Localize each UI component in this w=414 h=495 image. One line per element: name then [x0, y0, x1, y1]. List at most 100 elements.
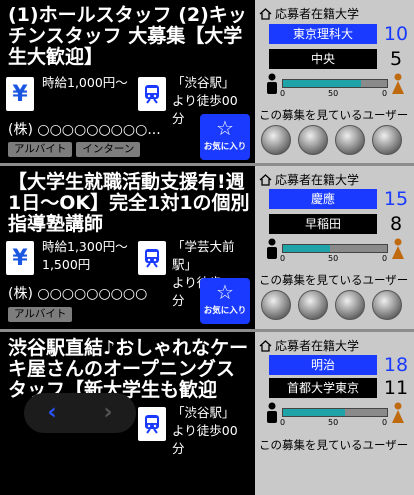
job-title[interactable]: (1)ホールスタッフ (2)キッチンスタッフ 大募集【大学生大歓迎】: [8, 5, 252, 68]
station-name: 「渋谷駅」: [172, 75, 235, 90]
pager-control: ‹ ›: [24, 393, 136, 433]
gender-gauge: 0 50 0: [259, 238, 409, 264]
avatar[interactable]: [261, 125, 291, 155]
tick-label: 0: [382, 89, 388, 98]
gauge-fill: [283, 80, 361, 87]
star-icon: ☆: [216, 116, 234, 140]
job-card-main[interactable]: (1)ホールスタッフ (2)キッチンスタッフ 大募集【大学生大歓迎】 ¥ 時給1…: [0, 0, 255, 163]
gauge-fill: [283, 245, 330, 252]
female-icon: [392, 73, 404, 94]
job-title[interactable]: 【大学生就職活動支援有!週1日〜OK】完全1対1の個別指導塾講師: [8, 172, 252, 235]
tag-list: アルバイト: [8, 307, 73, 322]
enrolled-header: 応募者在籍大学: [259, 337, 359, 354]
yen-icon: ¥: [6, 77, 34, 111]
university-badge: 慶應: [269, 189, 377, 209]
favorite-label: お気に入り: [203, 306, 247, 316]
tag-badge: アルバイト: [8, 142, 73, 157]
avatar[interactable]: [335, 290, 365, 320]
gauge-track: [282, 79, 388, 88]
university-panel: 応募者在籍大学 東京理科大 10 中央 5 0 50 0 この募集を見ているユー…: [255, 0, 414, 163]
train-icon: [138, 241, 166, 275]
university-panel: 応募者在籍大学 慶應 15 早稲田 8 0 50 0 この募集を見ているユーザー: [255, 166, 414, 329]
company-name: (株) ○○○○○○○○○...: [8, 122, 161, 138]
male-icon: [267, 402, 277, 423]
tick-label: 50: [328, 418, 339, 427]
tick-label: 0: [280, 254, 286, 263]
gauge-track: [282, 408, 388, 417]
avatar[interactable]: [372, 125, 402, 155]
gauge-track: [282, 244, 388, 253]
salary-line: 1,500円: [42, 257, 91, 272]
enrolled-header: 応募者在籍大学: [259, 5, 359, 22]
watcher-avatars: [261, 290, 402, 320]
company-name: (株) ○○○○○○○○○: [8, 286, 148, 302]
enrolled-label: 応募者在籍大学: [275, 173, 360, 187]
yen-icon: ¥: [6, 241, 34, 275]
university-badge: 明治: [269, 355, 377, 375]
station-name: 「学芸大前駅」: [172, 239, 235, 272]
favorite-button[interactable]: ☆ お気に入り: [200, 278, 250, 324]
female-icon: [392, 238, 404, 259]
tick-label: 50: [328, 89, 339, 98]
avatar[interactable]: [261, 290, 291, 320]
job-card-main[interactable]: 【大学生就職活動支援有!週1日〜OK】完全1対1の個別指導塾講師 ¥ 時給1,3…: [0, 166, 255, 329]
prev-page-button[interactable]: ‹: [27, 393, 77, 433]
female-icon: [392, 402, 404, 423]
watcher-avatars: [261, 125, 402, 155]
enrolled-header: 応募者在籍大学: [259, 171, 359, 188]
tick-label: 0: [280, 89, 286, 98]
next-page-button[interactable]: ›: [83, 393, 133, 433]
university-badge: 早稲田: [269, 214, 377, 234]
train-icon: [138, 77, 166, 111]
tag-badge: アルバイト: [8, 307, 73, 322]
gauge-fill: [283, 409, 346, 416]
university-count: 10: [383, 23, 409, 45]
watching-label: この募集を見ているユーザー: [259, 108, 409, 122]
station-distance: より徒歩00分: [172, 423, 238, 456]
favorite-button[interactable]: ☆ お気に入り: [200, 114, 250, 160]
avatar[interactable]: [372, 290, 402, 320]
tick-label: 50: [328, 254, 339, 263]
avatar[interactable]: [298, 125, 328, 155]
school-icon: [259, 339, 272, 352]
job-title[interactable]: 渋谷駅直結♪おしゃれなケーキ屋さんのオープニングスタッフ【新大学生も歓迎: [8, 338, 252, 401]
enrolled-label: 応募者在籍大学: [275, 7, 360, 21]
male-icon: [267, 73, 277, 94]
avatar[interactable]: [335, 125, 365, 155]
salary-text: 時給1,000円〜: [42, 75, 128, 90]
watching-label: この募集を見ているユーザー: [259, 438, 409, 452]
station-name: 「渋谷駅」: [172, 405, 235, 420]
tick-label: 0: [382, 254, 388, 263]
university-count: 11: [383, 377, 409, 399]
tag-badge: インターン: [76, 142, 141, 157]
university-badge: 東京理科大: [269, 24, 377, 44]
favorite-label: お気に入り: [203, 142, 247, 152]
university-count: 8: [389, 213, 403, 235]
enrolled-label: 応募者在籍大学: [275, 339, 360, 353]
station-text: 「渋谷駅」 より徒歩00分: [172, 404, 250, 458]
avatar[interactable]: [298, 290, 328, 320]
job-card[interactable]: (1)ホールスタッフ (2)キッチンスタッフ 大募集【大学生大歓迎】 ¥ 時給1…: [0, 0, 414, 163]
university-count: 15: [383, 188, 409, 210]
university-badge: 首都大学東京: [269, 378, 377, 398]
university-count: 5: [389, 48, 403, 70]
gender-gauge: 0 50 0: [259, 402, 409, 428]
tag-list: アルバイト インターン: [8, 142, 141, 157]
job-info-row: ¥ 時給1,000円〜 「渋谷駅」 より徒歩00分: [6, 74, 250, 126]
university-badge: 中央: [269, 49, 377, 69]
school-icon: [259, 7, 272, 20]
train-icon: [138, 407, 166, 441]
university-panel: 応募者在籍大学 明治 18 首都大学東京 11 0 50 0 この募集を見ている…: [255, 332, 414, 495]
university-count: 18: [383, 354, 409, 376]
job-info-row: ¥ 時給1,300円〜 1,500円 「学芸大前駅」 より徒歩00分: [6, 238, 250, 308]
school-icon: [259, 173, 272, 186]
watching-label: この募集を見ているユーザー: [259, 273, 409, 287]
salary-text: 時給1,300円〜 1,500円: [42, 238, 128, 274]
tick-label: 0: [280, 418, 286, 427]
gender-gauge: 0 50 0: [259, 73, 409, 99]
star-icon: ☆: [216, 280, 234, 304]
tick-label: 0: [382, 418, 388, 427]
salary-line: 時給1,300円〜: [42, 239, 128, 254]
job-card[interactable]: 【大学生就職活動支援有!週1日〜OK】完全1対1の個別指導塾講師 ¥ 時給1,3…: [0, 166, 414, 329]
male-icon: [267, 238, 277, 259]
